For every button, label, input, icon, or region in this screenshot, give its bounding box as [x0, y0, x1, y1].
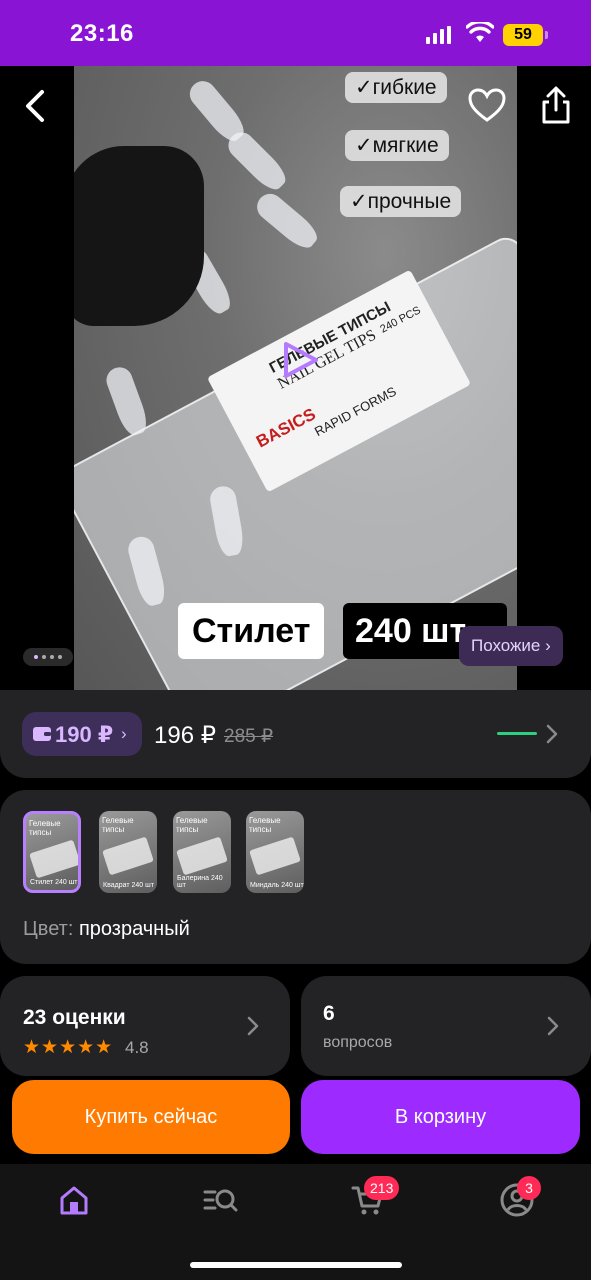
wifi-icon: [466, 22, 494, 42]
status-time: 23:16: [70, 20, 134, 47]
price-accent-line: [497, 732, 537, 735]
color-value: прозрачный: [78, 918, 190, 940]
variant-caption: Балерина 240 шт: [177, 875, 223, 889]
variant-title: Гелевые типсы: [249, 816, 281, 834]
wallet-price: 190 ₽: [55, 722, 114, 747]
wallet-icon: [33, 727, 51, 741]
shape-tag: Стилет: [178, 603, 325, 659]
heart-icon[interactable]: [465, 84, 509, 128]
color-selection: Цвет: прозрачный: [23, 918, 190, 941]
gallery-dots: [23, 648, 73, 666]
color-label: Цвет:: [23, 918, 74, 940]
home-indicator: [190, 1262, 402, 1268]
nail-tip: [251, 188, 323, 254]
cart-badge: 213: [364, 1176, 400, 1200]
chevron-right-icon: ›: [121, 724, 127, 743]
variant-caption: Стилет 240 шт: [30, 879, 78, 886]
back-icon[interactable]: [14, 84, 58, 128]
variant-thumbnail[interactable]: Гелевые типсы Миндаль 240 шт: [246, 811, 304, 893]
nail-tip: [223, 127, 291, 195]
variant-title: Гелевые типсы: [102, 816, 134, 834]
similar-button[interactable]: Похожие ›: [459, 626, 563, 666]
add-to-cart-button[interactable]: В корзину: [301, 1080, 580, 1154]
rating-stars-icon: ★★★★★: [23, 1037, 114, 1058]
variant-caption: Квадрат 240 шт: [103, 882, 154, 889]
product-media[interactable]: ГЕЛЕВЫЕ ТИПСЫ NAIL GEL TIPS BASICS RAPID…: [0, 66, 591, 690]
status-bar: 23:16 59: [0, 0, 591, 66]
profile-badge: 3: [517, 1176, 541, 1200]
current-price: 196 ₽: [154, 722, 216, 749]
feature-chip: ✓гибкие: [345, 72, 447, 103]
buy-now-button[interactable]: Купить сейчас: [12, 1080, 290, 1154]
old-price: 285 ₽: [224, 726, 274, 747]
rating-value: 4.8: [125, 1038, 149, 1057]
chevron-right-icon: [247, 1016, 259, 1036]
variant-thumbnail[interactable]: Гелевые типсы Квадрат 240 шт: [99, 811, 157, 893]
chevron-right-icon: [547, 1016, 559, 1036]
reviews-title: 23 оценки: [23, 1006, 126, 1029]
variant-title: Гелевые типсы: [29, 819, 61, 837]
questions-label: вопросов: [323, 1034, 393, 1051]
product-screen: 23:16 59 ГЕЛЕВЫЕ ТИПСЫ NAIL GEL TIPS BAS…: [0, 0, 591, 1280]
battery-nub: [545, 31, 548, 39]
home-icon[interactable]: [56, 1182, 92, 1218]
catalog-search-icon[interactable]: [202, 1182, 238, 1218]
variant-thumbnail[interactable]: Гелевые типсы Балерина 240 шт: [173, 811, 231, 893]
battery-indicator: 59: [503, 24, 543, 46]
share-icon[interactable]: [534, 84, 578, 128]
variant-thumbnail[interactable]: Гелевые типсы Стилет 240 шт: [23, 811, 81, 893]
nail-tip: [102, 363, 152, 439]
variant-caption: Миндаль 240 шт: [250, 882, 304, 889]
feature-chip: ✓прочные: [340, 186, 462, 217]
play-icon[interactable]: [280, 340, 320, 380]
variant-title: Гелевые типсы: [176, 816, 208, 834]
box-label-brand: BASICS: [253, 404, 319, 452]
black-glove: [74, 146, 204, 326]
cellular-signal-icon: [426, 26, 452, 44]
chevron-right-icon[interactable]: [545, 723, 559, 745]
feature-chip: ✓мягкие: [345, 130, 449, 161]
questions-count: 6: [323, 1002, 335, 1025]
